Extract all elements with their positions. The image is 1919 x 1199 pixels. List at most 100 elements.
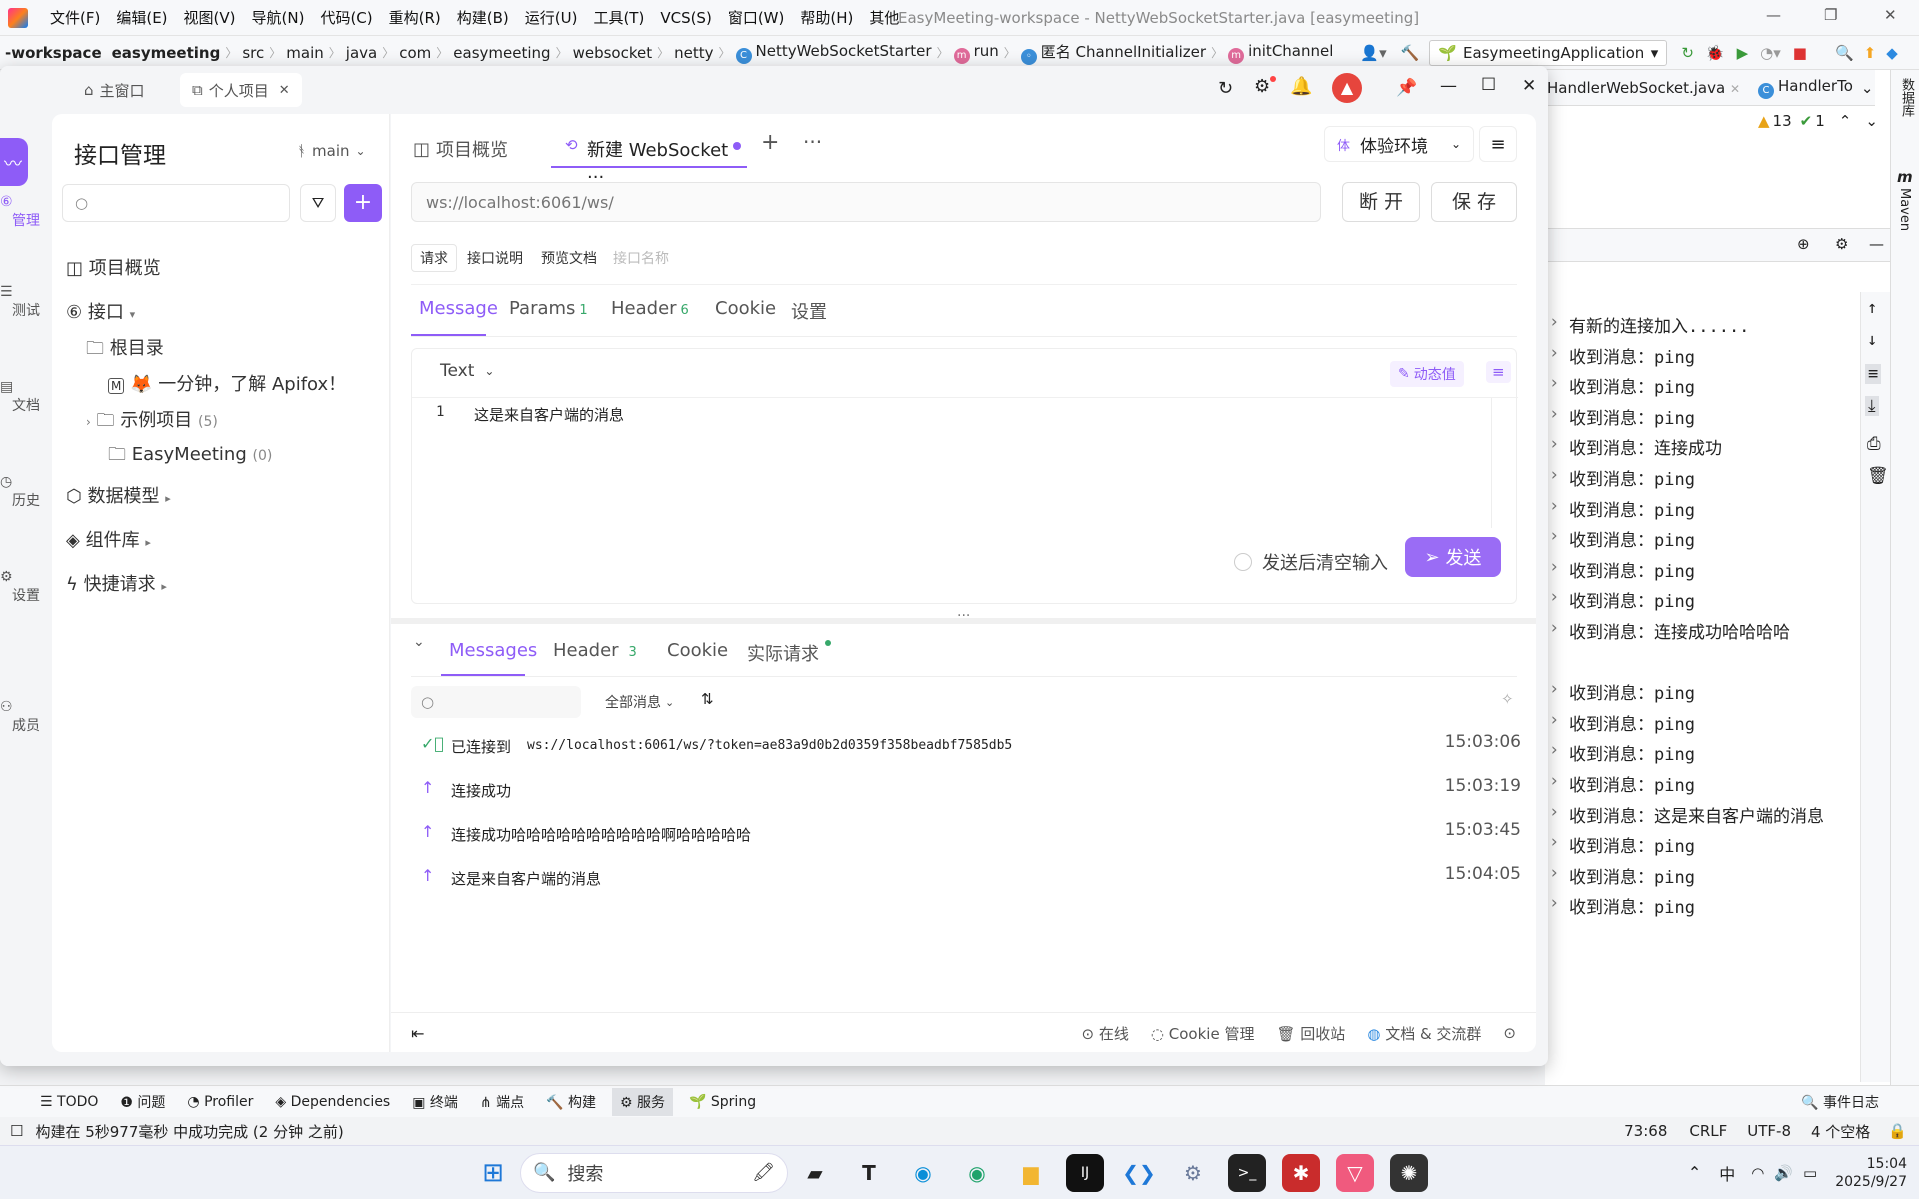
menu-refactor[interactable]: 重构(R) xyxy=(381,0,449,36)
sort-icon[interactable]: ⇅ xyxy=(701,690,714,708)
crumb-anon[interactable]: ◦ 匿名 ChannelInitializer xyxy=(1016,41,1211,65)
tool-dependencies[interactable]: ◈ Dependencies xyxy=(275,1094,390,1110)
tab-overview[interactable]: ◫ 项目概览 xyxy=(413,136,508,162)
resp-tab-cookie[interactable]: Cookie xyxy=(667,640,728,661)
tree-item-overview[interactable]: ◫ 项目概览 xyxy=(66,254,161,280)
footer-cookie[interactable]: ◌ Cookie 管理 xyxy=(1151,1023,1255,1044)
tool-database[interactable]: 数据库 xyxy=(1897,78,1916,117)
tree-item-api[interactable]: ⑥ 接口 ▾ xyxy=(66,298,135,324)
ide-close-icon[interactable]: ✕ xyxy=(1884,6,1897,24)
tool-maven[interactable]: Maven xyxy=(1897,188,1912,231)
crumb-workspace[interactable]: -workspace xyxy=(0,44,107,62)
tool-services[interactable]: ⚙ 服务 xyxy=(612,1087,674,1116)
plugins-icon[interactable]: ◆ xyxy=(1886,44,1898,62)
pin-icon[interactable]: 📌 xyxy=(1396,78,1417,98)
settings-gear-icon[interactable]: ⚙ xyxy=(1254,76,1277,97)
subtab-request[interactable]: 请求 xyxy=(411,244,457,272)
crumb-src[interactable]: src xyxy=(237,44,269,62)
tree-item-easymeeting[interactable]: 🗀 EasyMeeting (0) xyxy=(108,442,272,472)
send-button[interactable]: ➢ 发送 xyxy=(1405,537,1501,577)
api-name-input[interactable]: 接口名称 xyxy=(613,248,669,268)
tool-spring[interactable]: 🌱 Spring xyxy=(689,1094,756,1110)
apifox-logo-icon[interactable]: 〰 xyxy=(0,138,28,186)
footer-online[interactable]: ⊙ 在线 xyxy=(1082,1023,1129,1044)
crumb-init[interactable]: m initChannel xyxy=(1223,42,1338,64)
close-icon[interactable]: ✕ xyxy=(1730,82,1740,96)
typora-icon[interactable]: T xyxy=(850,1154,888,1192)
arrow-up-icon[interactable]: ↑ xyxy=(1867,298,1877,318)
tool-profiler[interactable]: ◔ Profiler xyxy=(187,1094,253,1110)
menu-navigate[interactable]: 导航(N) xyxy=(244,0,313,36)
bell-icon[interactable]: 🔔 xyxy=(1290,76,1312,97)
crumb-java[interactable]: java xyxy=(341,44,382,62)
req-tab-params[interactable]: Params 1 xyxy=(509,298,588,319)
crumb-easymeeting[interactable]: easymeeting xyxy=(448,44,555,62)
refresh-icon[interactable]: ↻ xyxy=(1218,78,1233,99)
menu-tools[interactable]: 工具(T) xyxy=(585,0,652,36)
tool-problems[interactable]: ❶ 问题 xyxy=(120,1092,165,1112)
close-icon[interactable]: ✕ xyxy=(279,83,290,98)
code-editor[interactable]: 1 这是来自客户端的消息 xyxy=(412,398,1492,528)
wifi-icon[interactable]: ◠ xyxy=(1751,1164,1764,1182)
more-icon[interactable]: ··· xyxy=(803,130,822,154)
task-view-icon[interactable]: ▰ xyxy=(796,1154,834,1192)
chevron-down-icon[interactable]: ⌄ xyxy=(1865,112,1878,130)
subtab-description[interactable]: 接口说明 xyxy=(467,248,523,268)
tab-websocket[interactable]: ⟲ 新建 WebSocket ... xyxy=(551,124,747,183)
format-select[interactable]: Text ⌄ xyxy=(440,361,494,381)
message-filter-select[interactable]: 全部消息 ⌄ xyxy=(605,692,674,712)
hide-icon[interactable]: — xyxy=(1869,235,1884,253)
req-tab-header[interactable]: Header 6 xyxy=(611,298,689,319)
tree-item-schemas[interactable]: ⬡ 数据模型 ▸ xyxy=(66,482,171,508)
subtab-preview[interactable]: 预览文档 xyxy=(541,248,597,268)
update-icon[interactable]: ⬆ xyxy=(1864,44,1877,62)
tool-build[interactable]: 🔨 构建 xyxy=(546,1092,596,1112)
maven-icon[interactable]: m xyxy=(1897,168,1913,186)
volume-icon[interactable]: 🔊 xyxy=(1774,1164,1793,1182)
settings-icon[interactable]: ⚙ xyxy=(1174,1154,1212,1192)
rail-test[interactable]: ☰ 测试 xyxy=(0,284,40,320)
clear-after-send-checkbox[interactable]: 发送后清空输入 xyxy=(1234,549,1388,575)
tray-chevron-icon[interactable]: ⌃ xyxy=(1688,1163,1701,1182)
add-button[interactable]: + xyxy=(344,184,382,222)
run-config-select[interactable]: 🌱 EasymeetingApplication ▾ xyxy=(1429,39,1668,66)
arrow-down-icon[interactable]: ↓ xyxy=(1867,330,1877,350)
crumb-com[interactable]: com xyxy=(394,44,436,62)
clock[interactable]: 15:04 2025/9/27 xyxy=(1835,1155,1907,1191)
start-icon[interactable]: ⊞ xyxy=(474,1154,512,1192)
minimize-icon[interactable]: — xyxy=(1440,76,1457,96)
print-icon[interactable]: ⎙ xyxy=(1867,434,1881,454)
resp-tab-messages[interactable]: Messages xyxy=(449,640,537,661)
window-tab-main[interactable]: ⌂ 主窗口 xyxy=(72,73,157,107)
resp-tab-actual[interactable]: 实际请求 xyxy=(747,640,831,666)
collapse-icon[interactable]: ⌄ xyxy=(413,634,425,650)
battery-icon[interactable]: ▭ xyxy=(1803,1164,1817,1182)
file-explorer-icon[interactable]: ▆ xyxy=(1012,1154,1050,1192)
maximize-icon[interactable]: ☐ xyxy=(1481,75,1496,95)
ide-restore-icon[interactable]: ❐ xyxy=(1824,6,1837,24)
collapse-sidebar-icon[interactable]: ⇤ xyxy=(411,1024,424,1043)
chatgpt-icon[interactable]: ✺ xyxy=(1390,1153,1428,1192)
crumb-project[interactable]: easymeeting xyxy=(107,44,226,62)
rail-members[interactable]: ⚇ 成员 xyxy=(0,699,40,735)
tree-item-quick[interactable]: ϟ 快捷请求 ▸ xyxy=(66,570,167,596)
menu-edit[interactable]: 编辑(E) xyxy=(108,0,175,36)
xmind-icon[interactable]: ✱ xyxy=(1282,1153,1320,1192)
rail-settings[interactable]: ⚙ 设置 xyxy=(0,569,40,605)
clear-messages-icon[interactable]: ✧ xyxy=(1501,690,1514,708)
scroll-end-icon[interactable]: ⤓ xyxy=(1865,396,1879,416)
ime-indicator[interactable]: 中 xyxy=(1719,1161,1735,1185)
user-icon[interactable]: 👤▾ xyxy=(1360,44,1386,62)
tree-item-components[interactable]: ◈ 组件库 ▸ xyxy=(66,526,151,552)
indent-setting[interactable]: 4 个空格 xyxy=(1811,1121,1870,1142)
gear-icon[interactable]: ⚙ xyxy=(1835,235,1848,253)
crumb-websocket[interactable]: websocket xyxy=(568,44,658,62)
req-tab-message[interactable]: Message xyxy=(419,298,498,319)
message-row[interactable]: ↑ 连接成功 15:03:19 xyxy=(421,776,1521,806)
menu-code[interactable]: 代码(C) xyxy=(312,0,380,36)
disconnect-button[interactable]: 断 开 xyxy=(1342,182,1420,222)
soft-wrap-icon[interactable]: ≡ xyxy=(1865,364,1882,384)
tool-terminal[interactable]: ▣ 终端 xyxy=(412,1092,458,1112)
new-tab-icon[interactable]: + xyxy=(761,130,779,155)
footer-trash[interactable]: 🗑 回收站 xyxy=(1276,1023,1345,1044)
